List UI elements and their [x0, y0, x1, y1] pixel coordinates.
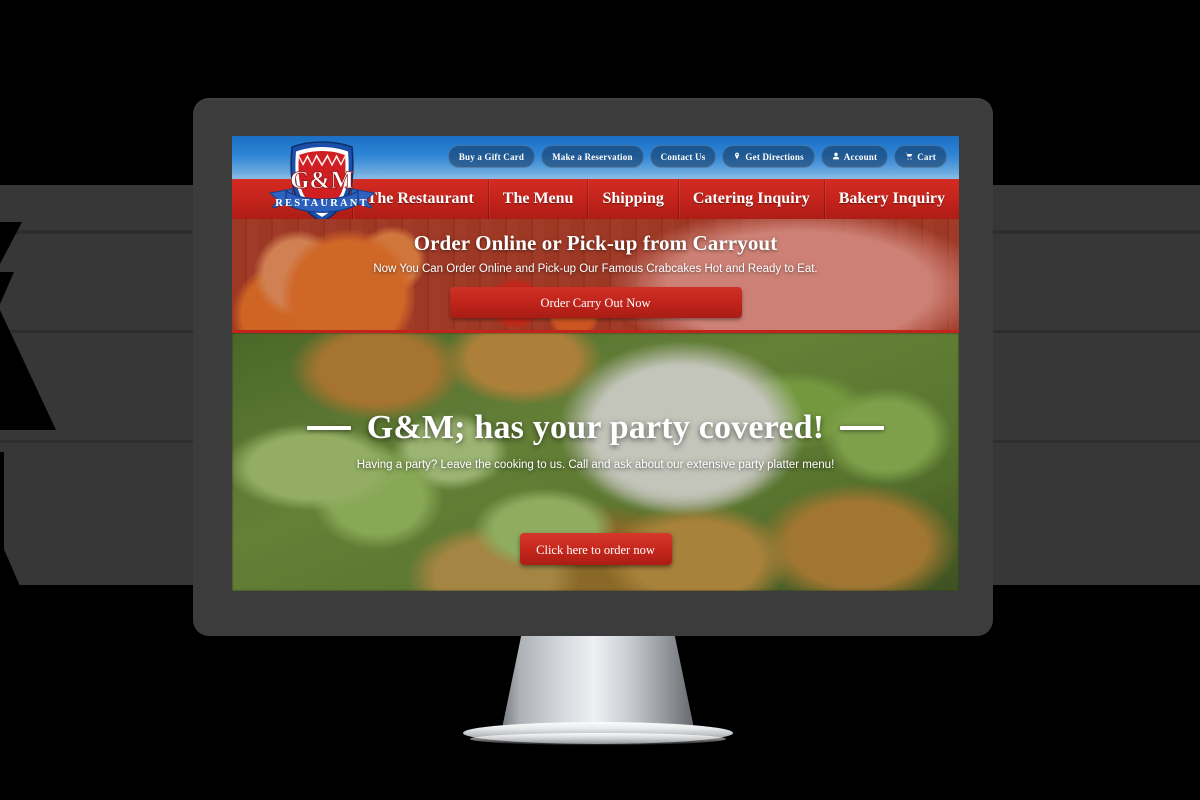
promo-content: Order Online or Pick-up from Carryout No… [232, 219, 959, 318]
make-reservation-label: Make a Reservation [552, 151, 633, 162]
svg-text:G&M: G&M [290, 167, 354, 194]
click-here-to-order-now-button[interactable]: Click here to order now [519, 533, 672, 565]
logo-shield-graphic: G&M RESTAURANT [268, 141, 376, 223]
contact-us-label: Contact Us [660, 151, 706, 162]
get-directions-button[interactable]: Get Directions [722, 145, 815, 168]
hero-headline: G&M; has your party covered! [232, 409, 959, 447]
user-icon [832, 152, 840, 162]
nav-label: The Restaurant [366, 190, 474, 207]
buy-gift-card-button[interactable]: Buy a Gift Card [447, 145, 536, 168]
monitor-frame: Buy a Gift Card Make a Reservation Conta… [193, 98, 993, 636]
nav-label: The Menu [502, 190, 574, 207]
carryout-promo-banner: Order Online or Pick-up from Carryout No… [232, 219, 959, 333]
monitor-bezel-inner: Buy a Gift Card Make a Reservation Conta… [232, 136, 959, 591]
buy-gift-card-label: Buy a Gift Card [458, 151, 525, 162]
nav-label: Catering Inquiry [692, 190, 810, 207]
nav-label: Shipping [602, 190, 664, 207]
nav-label: Bakery Inquiry [838, 190, 945, 207]
hero-content: G&M; has your party covered! Having a pa… [232, 333, 959, 471]
topbar-button-row: Buy a Gift Card Make a Reservation Conta… [447, 145, 947, 168]
backdrop-wedge [0, 140, 14, 165]
screenshot-scene: Buy a Gift Card Make a Reservation Conta… [0, 0, 1200, 800]
nav-item-catering-inquiry[interactable]: Catering Inquiry [677, 179, 824, 219]
hero-subtitle: Having a party? Leave the cooking to us.… [356, 459, 835, 471]
promo-subtitle: Now You Can Order Online and Pick-up Our… [373, 263, 818, 275]
cart-label: Cart [917, 151, 936, 162]
account-label: Account [843, 151, 878, 162]
nav-item-shipping[interactable]: Shipping [587, 179, 677, 219]
account-button[interactable]: Account [820, 145, 889, 168]
cart-icon [905, 152, 913, 162]
nav-item-bakery-inquiry[interactable]: Bakery Inquiry [823, 179, 959, 219]
order-carry-out-now-button[interactable]: Order Carry Out Now [449, 287, 742, 318]
promo-title: Order Online or Pick-up from Carryout [413, 231, 778, 255]
contact-us-button[interactable]: Contact Us [649, 145, 717, 168]
nav-item-the-menu[interactable]: The Menu [487, 179, 588, 219]
map-pin-icon [733, 152, 741, 162]
cart-button[interactable]: Cart [894, 145, 947, 168]
website: Buy a Gift Card Make a Reservation Conta… [232, 136, 959, 591]
hero-title: G&M; has your party covered! [366, 409, 825, 446]
hero-dash-right-icon [840, 426, 885, 430]
site-logo[interactable]: G&M RESTAURANT [266, 140, 378, 226]
logo-subtitle-text: RESTAURANT [275, 198, 369, 209]
hero-dash-left-icon [306, 426, 351, 430]
get-directions-label: Get Directions [745, 151, 804, 162]
browser-screen: Buy a Gift Card Make a Reservation Conta… [232, 136, 959, 591]
party-hero-banner: G&M; has your party covered! Having a pa… [232, 333, 959, 591]
make-reservation-button[interactable]: Make a Reservation [541, 145, 644, 168]
monitor-stand-base-highlight [470, 733, 726, 745]
